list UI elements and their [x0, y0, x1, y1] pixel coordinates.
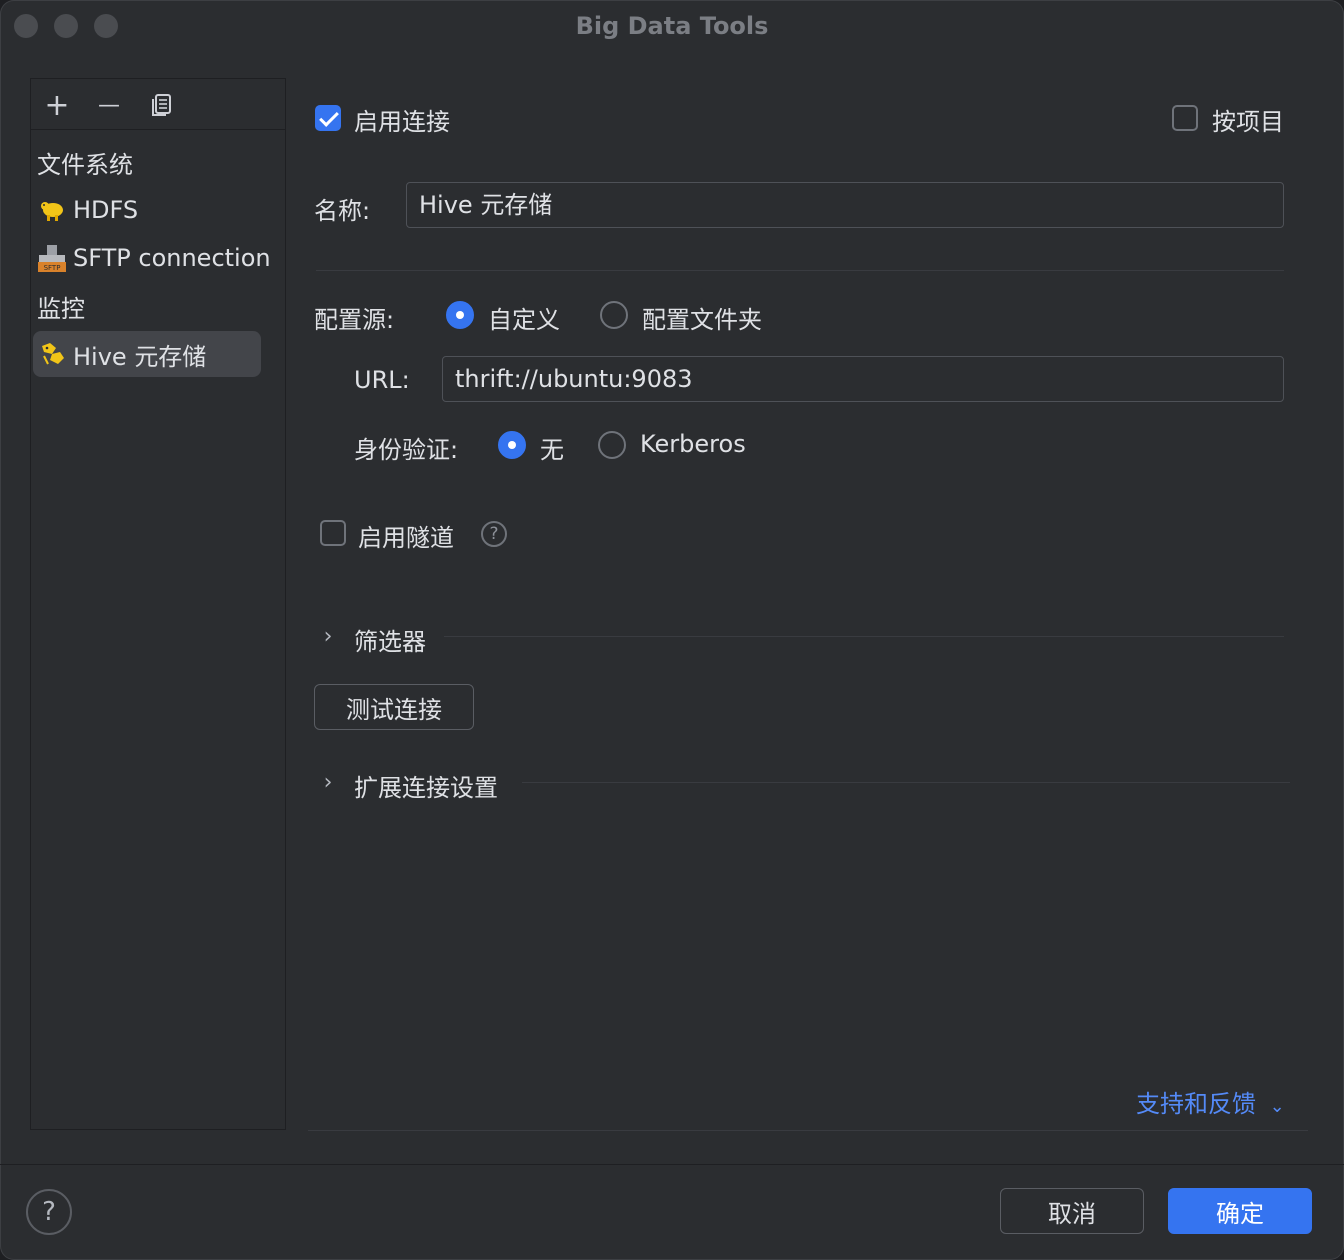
add-connection-button[interactable]: + [39, 87, 75, 123]
enable-tunnel-checkbox[interactable] [320, 520, 346, 546]
auth-none-radio[interactable] [498, 431, 526, 459]
connection-settings-panel: 启用连接 按项目 名称: Hive 元存储 配置源: 自定义 配置文件夹 URL… [308, 78, 1308, 1131]
footer-separator [0, 1164, 1344, 1165]
cancel-button[interactable]: 取消 [1000, 1188, 1144, 1234]
config-source-custom-label: 自定义 [488, 306, 560, 334]
filters-divider [444, 636, 1284, 637]
enable-tunnel-label: 启用隧道 [358, 524, 454, 552]
config-source-label: 配置源: [314, 306, 395, 334]
enable-connection-checkbox[interactable] [315, 105, 341, 131]
remove-connection-button[interactable]: — [91, 87, 127, 123]
window-title: Big Data Tools [575, 12, 769, 40]
copy-connection-button[interactable] [143, 87, 179, 123]
plus-icon: + [44, 87, 70, 123]
copy-icon [152, 94, 171, 116]
sidebar-item-label: Hive 元存储 [73, 342, 207, 371]
hive-icon [37, 339, 67, 369]
url-input[interactable]: thrift://ubuntu:9083 [442, 356, 1284, 402]
sidebar-toolbar: + — [31, 79, 285, 130]
hdfs-icon [37, 195, 67, 225]
support-feedback-link[interactable]: 支持和反馈 ⌄ [1136, 1084, 1285, 1119]
tunnel-help-icon[interactable]: ? [481, 521, 507, 547]
panel-bottom-divider [308, 1130, 1308, 1131]
chevron-right-icon[interactable]: › [314, 768, 342, 796]
title-bar: Big Data Tools [0, 0, 1344, 52]
sftp-icon: SFTP [37, 243, 67, 273]
group-monitoring: 监控 [37, 295, 85, 323]
config-source-custom-radio[interactable] [446, 301, 474, 329]
ok-button[interactable]: 确定 [1168, 1188, 1312, 1234]
sidebar-item-sftp[interactable]: SFTP SFTP connection [33, 235, 271, 281]
auth-kerberos-label: Kerberos [640, 430, 746, 458]
help-button[interactable]: ? [26, 1189, 72, 1235]
sidebar-item-hdfs[interactable]: HDFS [33, 187, 261, 233]
dialog-window: Big Data Tools + — 文件系统 HDFS SFTP SFTP c… [0, 0, 1344, 1260]
chevron-right-icon[interactable]: › [314, 622, 342, 650]
per-project-checkbox[interactable] [1172, 105, 1198, 131]
sidebar-item-label: HDFS [73, 196, 139, 224]
filters-section-toggle[interactable]: 筛选器 [354, 622, 426, 657]
minus-icon: — [98, 92, 120, 118]
per-project-label: 按项目 [1212, 108, 1284, 136]
auth-none-label: 无 [540, 436, 564, 464]
auth-kerberos-radio[interactable] [598, 431, 626, 459]
test-connection-button[interactable]: 测试连接 [314, 684, 474, 730]
config-source-folder-label: 配置文件夹 [642, 306, 762, 334]
name-input[interactable]: Hive 元存储 [406, 182, 1284, 228]
support-feedback-label: 支持和反馈 [1136, 1090, 1256, 1118]
sidebar-item-hive-metastore[interactable]: Hive 元存储 [33, 331, 261, 377]
group-filesystems: 文件系统 [37, 151, 133, 179]
enable-connection-label: 启用连接 [354, 108, 450, 136]
extended-settings-toggle[interactable]: 扩展连接设置 [354, 768, 498, 803]
chevron-down-icon: ⌄ [1269, 1096, 1285, 1117]
extended-divider [522, 782, 1290, 783]
connections-sidebar: + — 文件系统 HDFS SFTP SFTP connection 监控 Hi… [30, 78, 286, 1130]
url-label: URL: [354, 366, 410, 394]
section-divider [316, 270, 1284, 271]
svg-text:SFTP: SFTP [44, 264, 61, 272]
auth-label: 身份验证: [354, 436, 459, 464]
config-source-folder-radio[interactable] [600, 301, 628, 329]
name-label: 名称: [314, 197, 371, 225]
sidebar-item-label: SFTP connection [73, 244, 271, 272]
